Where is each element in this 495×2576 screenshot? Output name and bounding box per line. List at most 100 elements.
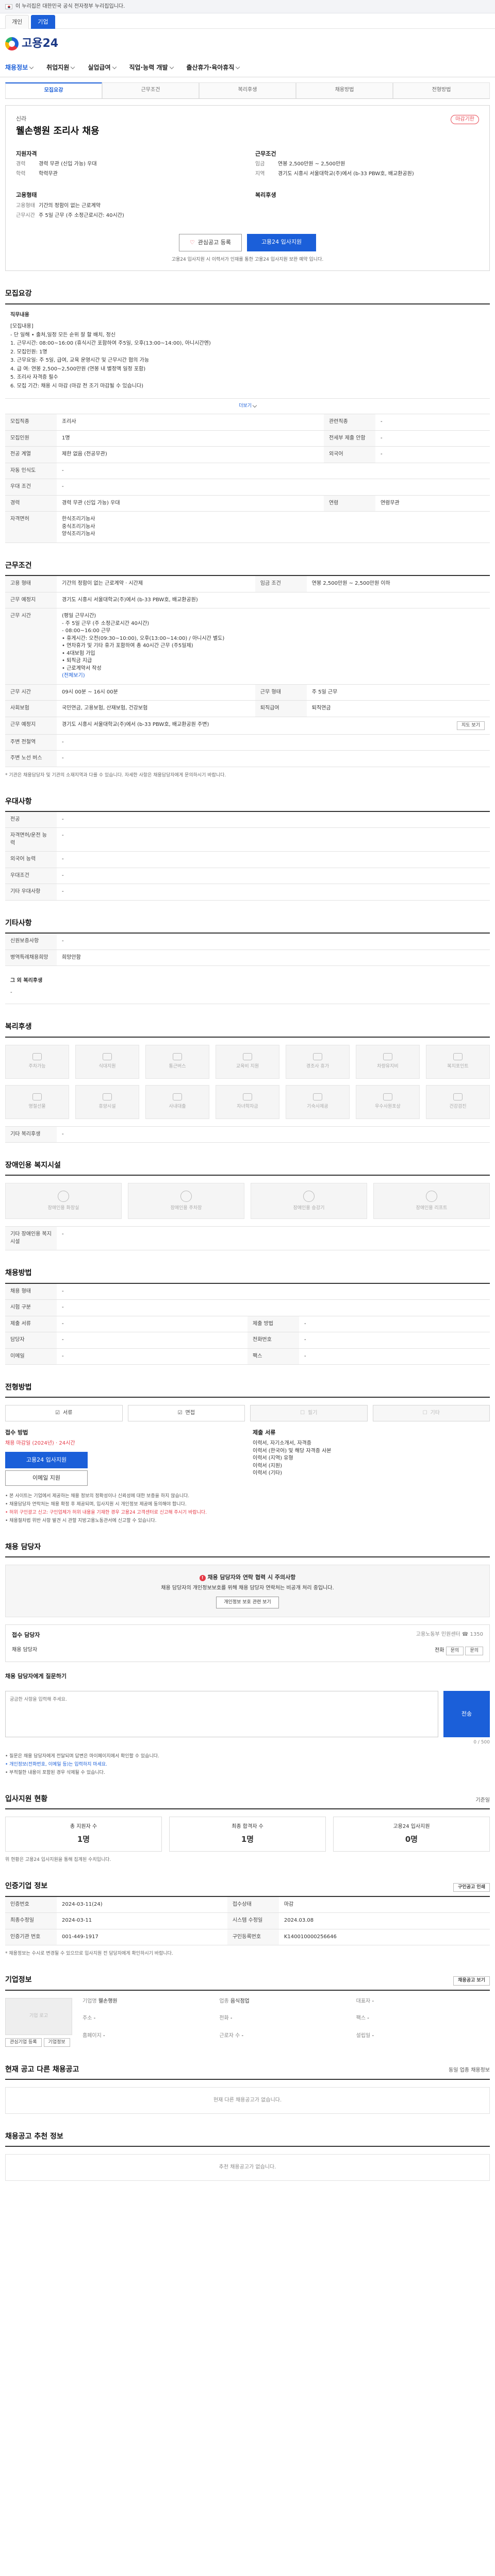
apply-button[interactable]: 고용24 입사지원: [246, 234, 317, 252]
stat-card: 고용24 입사지원 0명: [333, 1817, 490, 1852]
contact-card: 접수 담당자 고용노동부 민원센터 ☎ 1350 채용 담당자 전화 문의 문의: [5, 1624, 490, 1662]
main-nav: 채용정보 취업지원 실업급여 직업·능력 개발 출산휴가·육아휴직: [0, 59, 495, 77]
nav-job-info[interactable]: 채용정보: [5, 63, 34, 72]
gift-icon: [313, 1053, 322, 1060]
tab-recruit[interactable]: 모집요강: [5, 82, 102, 98]
cond-key: 임금: [255, 161, 265, 167]
welfare-item: 자녀학자금: [216, 1084, 279, 1119]
chevron-down-icon: [252, 403, 257, 408]
qual-key: 학력: [16, 171, 26, 177]
tuition-icon: [243, 1093, 252, 1100]
qual-heading: 지원자격: [16, 150, 37, 157]
stats-section: 입사지원 현황 기준일 총 지원자 수 1명 최종 합격자 수 1명 고용24 입사지…: [5, 1794, 490, 1863]
inquiry-button[interactable]: 문의: [446, 1646, 464, 1655]
method-other: ☐ 기타: [372, 1405, 490, 1422]
cond-value: 연봉 2,500만원 ~ 2,500만원: [278, 161, 345, 167]
facility-item: 장애인용 리프트: [373, 1183, 490, 1219]
tab-business[interactable]: 기업: [31, 15, 55, 29]
tab-welfare[interactable]: 복리후생: [199, 82, 296, 98]
method-document: ☑ 서류: [5, 1405, 123, 1422]
work-title: 근무조건: [5, 561, 32, 570]
facility-item: 장애인용 주차장: [128, 1183, 244, 1219]
chevron-down-icon: [29, 65, 34, 70]
recruit-title: 모집요강: [5, 290, 32, 298]
welfare-grid: 주차가능 식대지원 통근버스 교육비 지원 경조사 휴가 차량유지비 복지포인트…: [5, 1044, 490, 1119]
welfare-item: 휴양시설: [75, 1084, 139, 1119]
facility-item: 장애인용 화장실: [5, 1183, 122, 1219]
send-button[interactable]: 전송: [443, 1690, 490, 1737]
manager-section: 채용 담당자 ! 채용 담당자와 연락 협력 시 주의사항 채용 담당자의 개인…: [5, 1542, 490, 1776]
method-interview: ☑ 면접: [127, 1405, 245, 1422]
company-logo-placeholder: 기업 로고: [5, 1997, 72, 2035]
deadline-badge: 마감기한: [451, 114, 479, 124]
view-jobs-button[interactable]: 채용공고 보기: [453, 1976, 490, 1986]
cond-value: 경기도 시흥시 서울대학교(주)에서 (b-33 PBW호, 배교환공원): [278, 171, 414, 177]
job-title: 웰손행원 조리사 채용: [16, 126, 100, 137]
car-icon: [383, 1053, 392, 1060]
nav-training[interactable]: 직업·능력 개발: [129, 63, 174, 72]
other-section: 기타사항 신원보증사항 - 병역특례채용희망 희망안함 그 외 복리후생 -: [5, 918, 490, 1005]
resort-icon: [103, 1093, 112, 1100]
chevron-down-icon: [71, 65, 75, 70]
email-apply-button[interactable]: 이메일 지원: [5, 1470, 88, 1486]
alert-icon: !: [199, 1575, 206, 1582]
tab-selection[interactable]: 전형방법: [393, 82, 490, 98]
welfare-item: 경조사 휴가: [286, 1044, 350, 1079]
tab-work[interactable]: 근무조건: [102, 82, 199, 98]
apply-button-2[interactable]: 고용24 입사지원: [5, 1451, 88, 1468]
duty-label: 직무내용: [10, 312, 29, 318]
tab-personal[interactable]: 개인: [5, 15, 29, 29]
check-icon: ☐: [300, 1410, 305, 1416]
company-info-button[interactable]: 기업정보: [43, 2038, 70, 2047]
welfare-item: 식대지원: [75, 1044, 139, 1079]
award-icon: [383, 1093, 392, 1100]
view-all-link[interactable]: (전체보기): [62, 672, 485, 680]
form-heading: 고용형태: [16, 192, 37, 199]
qual-value: 학력무관: [39, 171, 58, 177]
form-value: 기간의 정함이 없는 근로계약: [39, 203, 101, 209]
question-input[interactable]: [5, 1690, 438, 1737]
info-section: 인증기업 정보 구인공고 인쇄 인증번호 2024-03-11(24) 접수상태 마감 …: [5, 1881, 490, 1957]
welfare-section: 복리후생 주차가능 식대지원 통근버스 교육비 지원 경조사 휴가 차량유지비 …: [5, 1022, 490, 1143]
parking-icon: [180, 1190, 192, 1202]
health-icon: [453, 1093, 463, 1100]
nav-unemployment[interactable]: 실업급여: [88, 63, 117, 72]
meal-icon: [103, 1053, 112, 1060]
work-footnote: * 기관은 채용담당자 및 기관의 소재지역과 다를 수 있습니다. 자세한 사…: [5, 772, 226, 778]
print-button[interactable]: 구인공고 인쇄: [453, 1883, 490, 1892]
qual-key: 경력: [16, 161, 26, 167]
reco-section: 채용공고 추천 정보 추천 채용공고가 없습니다.: [5, 2131, 490, 2181]
logo-text: 고용24: [22, 37, 59, 50]
form-key: 근무시간: [16, 212, 35, 218]
similar-section: 현재 공고 다른 채용공고 동일 업종 채용정보 현재 다른 채용공고가 없습니다…: [5, 2064, 490, 2114]
welfare-item: 기숙사제공: [286, 1084, 350, 1119]
cert-label: 자격면허: [5, 511, 57, 543]
site-logo[interactable]: 고용24: [5, 36, 58, 52]
save-job-button[interactable]: ♡ 관심공고 등록: [178, 234, 242, 252]
nav-job-support[interactable]: 취업지원: [46, 63, 75, 72]
welfare-item: 복지포인트: [426, 1044, 490, 1079]
tab-hiring[interactable]: 채용방법: [296, 82, 393, 98]
stat-card: 총 지원자 수 1명: [5, 1817, 162, 1852]
duty-content: 직무내용 [모집내용] - 단 일해 • 출처,일정 모든 순위 잘 할 배치, …: [5, 304, 490, 399]
welfare-item: 차량유지비: [356, 1044, 420, 1079]
welfare-heading: 복리후생: [255, 192, 276, 199]
privacy-link-button[interactable]: 개인정보 보호 관련 보기: [216, 1596, 279, 1608]
inquiry-button-2[interactable]: 문의: [465, 1646, 483, 1655]
welfare-item: 건강검진: [426, 1084, 490, 1119]
dorm-icon: [313, 1093, 322, 1100]
cert-item: 중식조리기능사: [62, 523, 95, 530]
nav-leave[interactable]: 출산휴가·육아휴직: [187, 63, 240, 72]
bus-icon: [173, 1053, 182, 1060]
cond-key: 지역: [255, 171, 265, 177]
welfare-item: 주차가능: [5, 1044, 69, 1079]
map-button[interactable]: 지도 보기: [457, 721, 485, 730]
privacy-alert: ! 채용 담당자와 연락 협력 시 주의사항 채용 담당자의 개인정보보호를 위…: [5, 1565, 490, 1617]
loan-icon: [173, 1093, 182, 1100]
more-button[interactable]: 더보기: [5, 399, 490, 415]
gov-banner: 이 누리집은 대한민국 공식 전자정부 누리집입니다.: [0, 0, 495, 13]
heart-icon: ♡: [189, 239, 195, 246]
follow-company-button[interactable]: 관심기업 등록: [5, 2038, 42, 2047]
toilet-icon: [58, 1190, 69, 1202]
lift-icon: [426, 1190, 437, 1202]
